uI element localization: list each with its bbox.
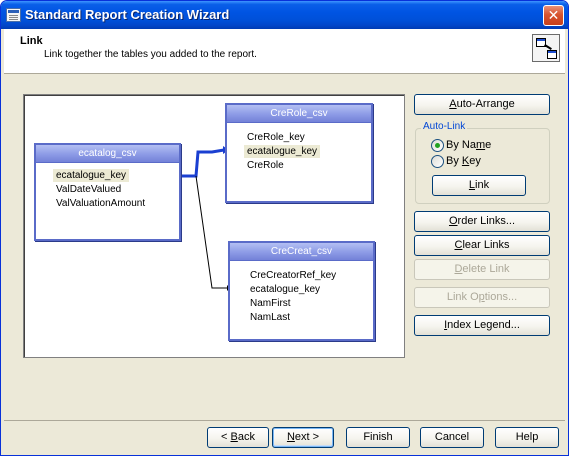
table-ecatalog[interactable]: ecatalog_csv ecatalogue_key ValDateValue…: [34, 143, 181, 241]
field-crecreatorref-key[interactable]: CreCreatorRef_key: [250, 269, 336, 282]
cancel-button[interactable]: Cancel: [420, 427, 484, 448]
order-links-button[interactable]: Order Links...: [414, 211, 550, 232]
field-ecatalogue-key[interactable]: ecatalogue_key: [250, 283, 320, 296]
table-crecreat[interactable]: CreCreat_csv CreCreatorRef_key ecatalogu…: [228, 241, 375, 341]
wizard-header: Link Link together the tables you added …: [4, 29, 565, 74]
field-namlast[interactable]: NamLast: [250, 311, 290, 324]
radio-text: e: [485, 139, 492, 151]
delete-link-button[interactable]: Delete Link: [414, 259, 550, 280]
link-icon-table-b: [547, 50, 557, 59]
button-label: tions...: [484, 291, 518, 303]
close-button[interactable]: ✕: [543, 5, 564, 26]
button-label: elete Link: [462, 263, 510, 275]
button-label: rder Links...: [457, 215, 516, 227]
button-label: Link O: [446, 291, 479, 303]
button-mnemonic: N: [286, 431, 295, 443]
field-namfirst[interactable]: NamFirst: [250, 297, 291, 310]
auto-link-label: Auto-Link: [421, 121, 468, 132]
help-button[interactable]: Help: [495, 427, 559, 448]
index-legend-button[interactable]: Index Legend...: [414, 315, 550, 336]
button-label: ink: [475, 179, 490, 191]
table-crerole[interactable]: CreRole_csv CreRole_key ecatalogue_key C…: [225, 103, 373, 203]
button-label: ack: [237, 431, 255, 443]
button-label: ndex Legend...: [447, 319, 520, 331]
finish-button[interactable]: Finish: [346, 427, 410, 448]
button-label: uto-Arrange: [456, 98, 515, 110]
field-valvaluationamount[interactable]: ValValuationAmount: [56, 197, 145, 210]
button-label: ext >: [294, 431, 320, 443]
link-button[interactable]: Link: [432, 175, 526, 196]
footer-separator: [4, 420, 565, 421]
window-title: Standard Report Creation Wizard: [25, 7, 230, 22]
field-crerole-key[interactable]: CreRole_key: [247, 131, 305, 144]
button-mnemonic: B: [230, 431, 238, 443]
table-title: CreRole_csv: [227, 105, 371, 123]
title-bar[interactable]: Standard Report Creation Wizard ✕: [1, 1, 568, 29]
button-label: <: [221, 431, 231, 443]
link-canvas[interactable]: ecatalog_csv ecatalogue_key ValDateValue…: [23, 94, 405, 358]
table-title: CreCreat_csv: [230, 243, 373, 261]
link-line-ecatalog-crerole[interactable]: [180, 148, 225, 178]
wizard-window: Standard Report Creation Wizard ✕ Link L…: [0, 0, 569, 456]
button-mnemonic: A: [449, 98, 457, 110]
radio-text: By Na: [446, 139, 476, 151]
button-mnemonic: O: [448, 215, 458, 227]
field-crerole[interactable]: CreRole: [247, 159, 284, 172]
link-options-button[interactable]: Link Options...: [414, 287, 550, 308]
report-wizard-icon: [6, 8, 21, 22]
by-key-radio[interactable]: [431, 155, 444, 168]
step-title: Link: [20, 35, 43, 47]
field-ecatalogue-key[interactable]: ecatalogue_key: [244, 145, 321, 158]
auto-arrange-button[interactable]: Auto-Arrange: [414, 94, 550, 115]
link-tables-icon: [532, 34, 560, 62]
radio-text: By: [446, 155, 462, 167]
table-title: ecatalog_csv: [36, 145, 179, 163]
button-label: lear Links: [462, 239, 510, 251]
clear-links-button[interactable]: Clear Links: [414, 235, 550, 256]
field-valdatevalued[interactable]: ValDateValued: [56, 183, 121, 196]
radio-text: ey: [469, 155, 481, 167]
link-line-ecatalog-crecreat[interactable]: [195, 175, 227, 289]
step-subtitle: Link together the tables you added to th…: [44, 49, 257, 60]
by-name-radio[interactable]: [431, 139, 444, 152]
next-button[interactable]: Next >: [272, 427, 334, 448]
by-name-label[interactable]: By Name: [446, 139, 491, 151]
back-button[interactable]: < Back: [207, 427, 269, 448]
field-ecatalogue-key[interactable]: ecatalogue_key: [53, 169, 130, 182]
by-key-label[interactable]: By Key: [446, 155, 481, 167]
radio-mnemonic: m: [475, 139, 486, 151]
